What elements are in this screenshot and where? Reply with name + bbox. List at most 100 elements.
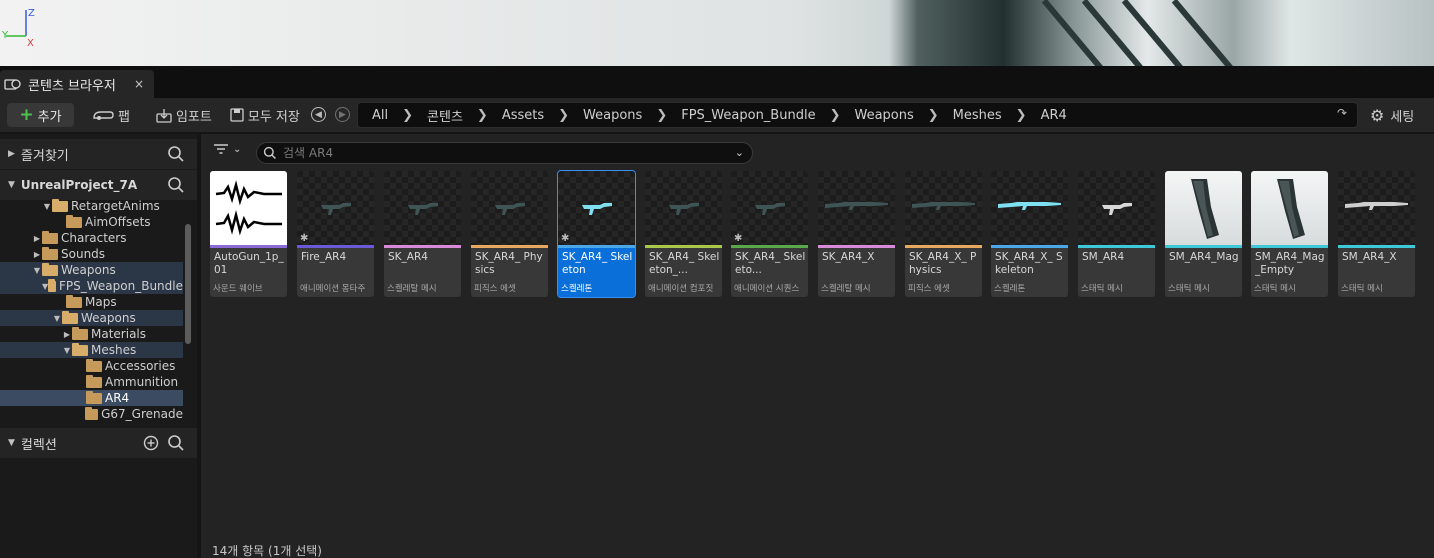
tree-item[interactable]: ▶ Characters	[0, 230, 183, 246]
tree-item-label: FPS_Weapon_Bundle	[59, 279, 183, 293]
asset-type-label: 피직스 에셋	[474, 284, 516, 294]
project-header[interactable]: ▼ UnrealProject_7A	[0, 170, 197, 200]
tree-item[interactable]: Ammunition	[0, 374, 183, 390]
breadcrumb-item[interactable]: Meshes	[953, 108, 1002, 123]
breadcrumb-item[interactable]: Assets	[502, 108, 544, 123]
history-icon[interactable]: ↷	[1337, 106, 1347, 120]
tree-item[interactable]: ▼ Weapons	[0, 310, 183, 326]
expand-arrow-icon[interactable]: ▶	[8, 149, 15, 159]
breadcrumb-chevron-icon[interactable]: ❯	[830, 108, 841, 123]
asset-tile[interactable]: SM_AR4_X 스태틱 메시	[1338, 171, 1415, 297]
breadcrumb-chevron-icon[interactable]: ❯	[402, 108, 413, 123]
search-icon[interactable]	[167, 176, 185, 194]
folder-icon	[86, 358, 102, 372]
tab-content-browser[interactable]: 콘텐츠 브라우저 ×	[0, 70, 154, 98]
back-arrow-icon[interactable]: ◀	[311, 107, 326, 122]
tree-item[interactable]: ▶ Sounds	[0, 246, 183, 262]
tree-item[interactable]: G67_Grenade	[0, 406, 183, 422]
collapse-arrow-icon[interactable]: ▼	[62, 346, 72, 355]
tree-item[interactable]: ▼ Meshes	[0, 342, 183, 358]
tree-item[interactable]: Accessories	[0, 358, 183, 374]
folder-icon	[42, 246, 58, 260]
asset-type-label: 스켈레톤	[561, 284, 593, 294]
breadcrumb-item[interactable]: AR4	[1041, 108, 1067, 123]
close-tab-icon[interactable]: ×	[134, 77, 144, 91]
fab-button[interactable]: 팹	[86, 103, 136, 127]
tab-title: 콘텐츠 브라우저	[28, 78, 116, 94]
collections-header[interactable]: ▼ 컬렉션	[0, 428, 197, 458]
asset-tile[interactable]: SK_AR4_ Skeleton_... 애니메이션 컴포짓	[645, 171, 722, 297]
tree-item[interactable]: ▼ Weapons	[0, 262, 183, 278]
asset-tile[interactable]: SK_AR4 스켈레탈 메시	[384, 171, 461, 297]
add-collection-icon[interactable]	[143, 435, 159, 451]
breadcrumb-item[interactable]: All	[372, 108, 388, 123]
asset-tile[interactable]: SK_AR4_X_ Skeleton 스켈레톤	[991, 171, 1068, 297]
collapse-arrow-icon[interactable]: ▼	[52, 314, 62, 323]
breadcrumb-item[interactable]: Weapons	[583, 108, 642, 123]
collapse-arrow-icon[interactable]: ▼	[32, 266, 42, 275]
breadcrumb-item[interactable]: Weapons	[854, 108, 913, 123]
asset-thumbnail: ✱	[731, 171, 808, 245]
project-label: UnrealProject_7A	[20, 178, 138, 192]
asset-type-label: 스태틱 메시	[1254, 284, 1296, 294]
chevron-down-icon[interactable]: ⌄	[735, 146, 744, 159]
asset-tile[interactable]: SK_AR4_X_ Physics 피직스 에셋	[905, 171, 982, 297]
asset-thumbnail	[645, 171, 722, 245]
search-icon[interactable]	[167, 145, 185, 163]
breadcrumb-item[interactable]: FPS_Weapon_Bundle	[681, 108, 815, 123]
tree-item-selected[interactable]: AR4	[0, 390, 183, 406]
asset-tile[interactable]: ✱ SK_AR4_ Skeleton 스켈레톤	[557, 170, 636, 298]
search-icon	[263, 146, 276, 159]
tree-item[interactable]: Maps	[0, 294, 183, 310]
breadcrumb-chevron-icon[interactable]: ❯	[928, 108, 939, 123]
search-box[interactable]: ⌄	[256, 142, 753, 164]
asset-tile[interactable]: SM_AR4_Mag 스태틱 메시	[1165, 171, 1242, 297]
asset-thumbnail	[471, 171, 548, 245]
forward-arrow-icon[interactable]: ▶	[335, 107, 350, 122]
tree-item[interactable]: AimOffsets	[0, 214, 183, 230]
tree-item-label: Ammunition	[105, 375, 179, 389]
tree-item[interactable]: ▼ FPS_Weapon_Bundle	[0, 278, 183, 294]
asset-tile[interactable]: SM_AR4_Mag _Empty 스태틱 메시	[1251, 171, 1328, 297]
tree-item[interactable]: ▶ Materials	[0, 326, 183, 342]
content-browser-toolbar: + 추가 팹 임포트 모두 저장 ◀ ▶ All ❯ 콘텐츠 ❯ Assets …	[0, 98, 1434, 132]
import-button[interactable]: 임포트	[150, 103, 218, 127]
tree-item-label: Weapons	[81, 311, 136, 325]
save-all-button[interactable]: 모두 저장	[224, 103, 306, 127]
breadcrumb-item[interactable]: 콘텐츠	[427, 106, 463, 125]
asset-tile[interactable]: SK_AR4_ Physics 피직스 에셋	[471, 171, 548, 297]
collapse-arrow-icon[interactable]: ▼	[42, 202, 52, 211]
status-bar-text: 14개 항목 (1개 선택)	[212, 544, 322, 558]
expand-arrow-icon[interactable]: ▶	[32, 234, 42, 243]
breadcrumb-chevron-icon[interactable]: ❯	[558, 108, 569, 123]
collapse-arrow-icon[interactable]: ▼	[8, 180, 15, 190]
level-viewport[interactable]: Z Y X	[0, 0, 1434, 66]
search-input[interactable]	[283, 146, 723, 160]
asset-type-color-bar	[1251, 245, 1328, 248]
asset-thumbnail	[1078, 171, 1155, 245]
asset-thumbnail	[1251, 171, 1328, 245]
asset-tile[interactable]: AutoGun_1p_01 사운드 웨이브	[210, 171, 287, 297]
add-button[interactable]: + 추가	[7, 103, 74, 127]
asset-tile[interactable]: SK_AR4_X 스켈레탈 메시	[818, 171, 895, 297]
asset-tile[interactable]: SM_AR4 스태틱 메시	[1078, 171, 1155, 297]
asset-tile[interactable]: ✱ SK_AR4_ Skeleto... 애니메이션 시퀀스	[731, 171, 808, 297]
breadcrumb-chevron-icon[interactable]: ❯	[656, 108, 667, 123]
asset-tile[interactable]: ✱ Fire_AR4 애니메이션 몽타주	[297, 171, 374, 297]
breadcrumb-chevron-icon[interactable]: ❯	[1016, 108, 1027, 123]
favorites-header[interactable]: ▶ 즐겨찾기	[0, 139, 197, 169]
expand-arrow-icon[interactable]: ▶	[62, 330, 72, 339]
folder-icon	[42, 230, 58, 244]
collapse-arrow-icon[interactable]: ▼	[8, 438, 15, 448]
filter-button[interactable]: ⌄	[213, 142, 241, 155]
settings-button[interactable]: ⚙ 세팅	[1370, 102, 1414, 128]
tree-scrollbar[interactable]	[185, 224, 191, 344]
tree-item-label: Characters	[61, 231, 127, 245]
search-icon[interactable]	[167, 434, 185, 452]
svg-text:X: X	[27, 38, 34, 48]
fab-icon	[93, 111, 114, 120]
asset-badge-icon: ✱	[561, 233, 570, 244]
expand-arrow-icon[interactable]: ▶	[32, 250, 42, 259]
breadcrumb-chevron-icon[interactable]: ❯	[477, 108, 488, 123]
tree-item[interactable]: ▼ RetargetAnims	[0, 198, 183, 214]
